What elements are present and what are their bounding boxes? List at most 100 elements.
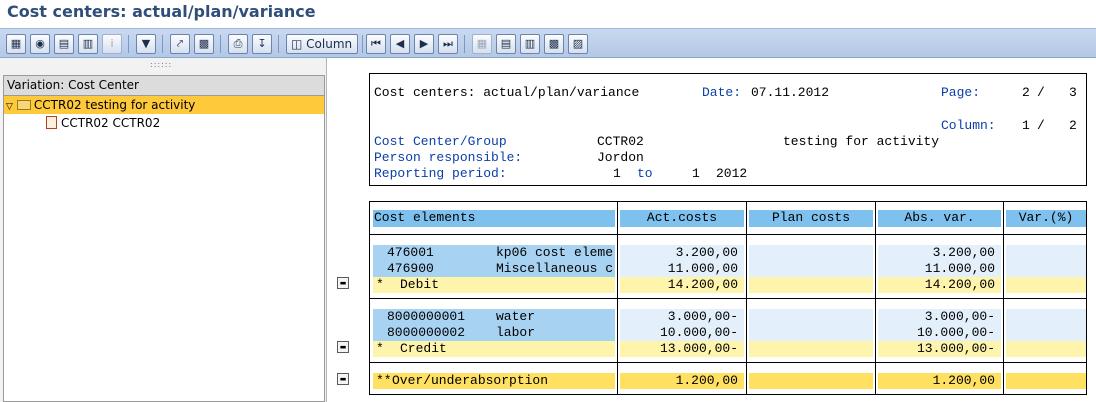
- header-var-percent[interactable]: Var.(%): [1006, 210, 1086, 227]
- cost-center-group-value: CCTR02: [597, 134, 644, 149]
- abs-var-cell: 13.000,00-: [878, 341, 1001, 357]
- subtotal-marker-icon[interactable]: ▬: [337, 341, 349, 353]
- split-screen-icon[interactable]: ▦: [472, 34, 492, 54]
- toolbar-separator: [362, 35, 363, 53]
- period-to-label: to: [637, 166, 653, 181]
- subtotal-marker-icon[interactable]: ▬: [337, 373, 349, 385]
- last-page-icon[interactable]: ⏭: [438, 34, 458, 54]
- cost-center-icon: [46, 116, 57, 129]
- act-costs-cell: 13.000,00-: [620, 341, 744, 357]
- period-to: 1: [692, 166, 700, 181]
- split-right-icon[interactable]: ▨: [568, 34, 588, 54]
- tree-header: Variation: Cost Center: [4, 76, 324, 96]
- hierarchy-icon[interactable]: ▤: [54, 34, 74, 54]
- row-divider: [370, 298, 1086, 299]
- export-icon[interactable]: ↧: [252, 34, 272, 54]
- app-title: Cost centers: actual/plan/variance: [7, 2, 316, 21]
- application-toolbar: ▦ ◉ ▤ ▥ i ▼ ⤤ ▩ ⎙ ↧ ◫ Column ⏮ ◀ ▶ ⏭ ▦ ▤…: [0, 28, 1096, 58]
- act-costs-cell: 3.000,00-: [620, 309, 744, 325]
- cost-center-group-label: Cost Center/Group: [374, 134, 507, 149]
- structure-icon[interactable]: ▦: [6, 34, 26, 54]
- person-responsible-value: Jordon: [597, 150, 644, 165]
- header-abs-var[interactable]: Abs. var.: [878, 210, 1001, 227]
- var-percent-cell: [1006, 325, 1086, 341]
- folder-icon: [16, 100, 31, 110]
- column-separator: /: [1037, 118, 1045, 133]
- info-icon[interactable]: i: [102, 34, 122, 54]
- cost-element-id: 476001: [387, 245, 434, 260]
- cost-element-desc: kp06 cost eleme: [496, 245, 614, 260]
- split-vertical-icon[interactable]: ▥: [520, 34, 540, 54]
- toolbar-separator: [162, 35, 163, 53]
- filter-icon[interactable]: ▼: [136, 34, 156, 54]
- drilldown-icon[interactable]: ⤤: [170, 34, 190, 54]
- tree-node-child[interactable]: CCTR02 CCTR02: [4, 114, 324, 132]
- tree-node-root-label: CCTR02 testing for activity: [33, 98, 196, 112]
- plan-costs-cell: [749, 341, 873, 357]
- abs-var-cell: 11.000,00: [878, 261, 1001, 277]
- first-page-icon[interactable]: ⏮: [366, 34, 386, 54]
- report-area: Cost centers: actual/plan/variance Date:…: [330, 58, 1096, 402]
- abs-var-cell: 3.200,00: [878, 245, 1001, 261]
- act-costs-cell: 10.000,00-: [620, 325, 744, 341]
- column-button-label: Column: [306, 37, 353, 51]
- cost-element-id: 8000000002: [387, 325, 466, 340]
- plan-costs-cell: [749, 245, 873, 261]
- var-percent-cell: [1006, 277, 1086, 293]
- toolbar-separator: [278, 35, 279, 53]
- date-label: Date:: [702, 85, 742, 100]
- split-horizontal-icon[interactable]: ▤: [496, 34, 516, 54]
- navigation-icon[interactable]: ◉: [30, 34, 50, 54]
- split-left-icon[interactable]: ▩: [544, 34, 564, 54]
- subtotal-marker-icon[interactable]: ▬: [337, 277, 349, 289]
- report-title: Cost centers: actual/plan/variance: [374, 85, 640, 100]
- page-separator: /: [1037, 85, 1045, 100]
- abs-var-cell: 14.200,00: [878, 277, 1001, 293]
- cost-element-id: 476900: [387, 261, 434, 276]
- var-percent-cell: [1006, 245, 1086, 261]
- act-costs-cell: 3.200,00: [620, 245, 744, 261]
- header-cost-elements[interactable]: Cost elements: [373, 210, 615, 227]
- column-label: Column:: [941, 118, 996, 133]
- var-percent-cell: [1006, 261, 1086, 277]
- page-label: Page:: [941, 85, 981, 100]
- plan-costs-cell: [749, 373, 873, 389]
- cost-element-id: 8000000001: [387, 309, 466, 324]
- previous-page-icon[interactable]: ◀: [390, 34, 410, 54]
- next-page-icon[interactable]: ▶: [414, 34, 434, 54]
- cost-element-desc: water: [496, 309, 536, 324]
- layout-icon[interactable]: ▥: [78, 34, 98, 54]
- cost-element-desc: Credit: [400, 341, 447, 356]
- cost-element-desc: labor: [496, 325, 536, 340]
- var-percent-cell: [1006, 341, 1086, 357]
- resize-grip-icon[interactable]: ::::::: [150, 60, 172, 69]
- reporting-period-label: Reporting period:: [374, 166, 507, 181]
- expand-icon[interactable]: ▩: [194, 34, 214, 54]
- column-icon: ◫: [291, 37, 307, 51]
- column-current: 1: [1022, 118, 1030, 133]
- cost-center-group-desc: testing for activity: [783, 134, 940, 149]
- tree-node-child-label: CCTR02 CCTR02: [61, 116, 161, 130]
- navigation-panel: :::::: Variation: Cost Center ▽ CCTR02 te…: [0, 58, 327, 402]
- period-from: 1: [613, 166, 621, 181]
- act-costs-cell: 1.200,00: [620, 373, 744, 389]
- cost-element-desc: Debit: [400, 277, 440, 292]
- header-plan-costs[interactable]: Plan costs: [749, 210, 873, 227]
- variation-tree: Variation: Cost Center ▽ CCTR02 testing f…: [3, 75, 325, 402]
- tree-node-root[interactable]: ▽ CCTR02 testing for activity: [4, 96, 324, 114]
- abs-var-cell: 1.200,00: [878, 373, 1001, 389]
- plan-costs-cell: [749, 325, 873, 341]
- act-costs-cell: 14.200,00: [620, 277, 744, 293]
- abs-var-cell: 3.000,00-: [878, 309, 1001, 325]
- page-total: 3: [1069, 85, 1077, 100]
- header-act-costs[interactable]: Act.costs: [620, 210, 744, 227]
- cost-element-desc: Miscellaneous c: [496, 261, 614, 276]
- var-percent-cell: [1006, 309, 1086, 325]
- print-icon[interactable]: ⎙: [228, 34, 248, 54]
- expand-triangle-icon[interactable]: ▽: [6, 102, 13, 112]
- act-costs-cell: 11.000,00: [620, 261, 744, 277]
- column-total: 2: [1069, 118, 1077, 133]
- column-button[interactable]: ◫ Column: [286, 34, 358, 54]
- toolbar-separator: [220, 35, 221, 53]
- abs-var-cell: 10.000,00-: [878, 325, 1001, 341]
